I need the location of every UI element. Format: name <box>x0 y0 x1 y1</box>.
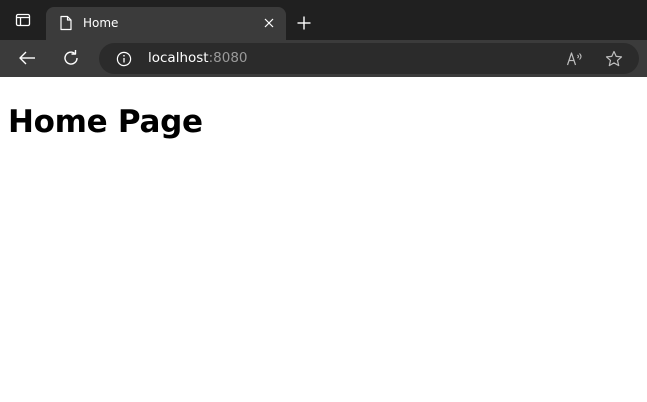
back-button[interactable] <box>12 43 42 73</box>
new-tab-button[interactable] <box>290 9 318 37</box>
tab-strip: Home <box>0 0 647 40</box>
page-heading: Home Page <box>8 104 203 140</box>
refresh-icon <box>64 50 78 65</box>
tab-home[interactable]: Home <box>46 7 286 40</box>
refresh-button[interactable] <box>56 43 86 73</box>
page-content: Home Page <box>0 77 647 402</box>
star-icon <box>605 50 623 67</box>
browser-toolbar: localhost:8080 <box>0 40 647 77</box>
back-arrow-icon <box>19 51 35 65</box>
plus-icon <box>297 16 311 30</box>
site-info-button[interactable] <box>115 50 133 68</box>
close-icon <box>264 18 274 28</box>
address-bar[interactable]: localhost:8080 <box>99 43 639 74</box>
url-host: localhost <box>148 50 209 66</box>
url-port: :8080 <box>208 50 248 66</box>
read-aloud-icon <box>566 52 582 66</box>
close-tab-button[interactable] <box>260 14 278 32</box>
tab-actions-icon <box>15 12 31 32</box>
url-text[interactable]: localhost:8080 <box>148 50 248 67</box>
page-icon <box>58 15 74 31</box>
read-aloud-button[interactable] <box>563 48 587 70</box>
tab-title: Home <box>83 16 119 30</box>
info-icon <box>116 51 132 67</box>
add-favorite-button[interactable] <box>602 48 626 70</box>
tab-actions-button[interactable] <box>8 8 38 36</box>
